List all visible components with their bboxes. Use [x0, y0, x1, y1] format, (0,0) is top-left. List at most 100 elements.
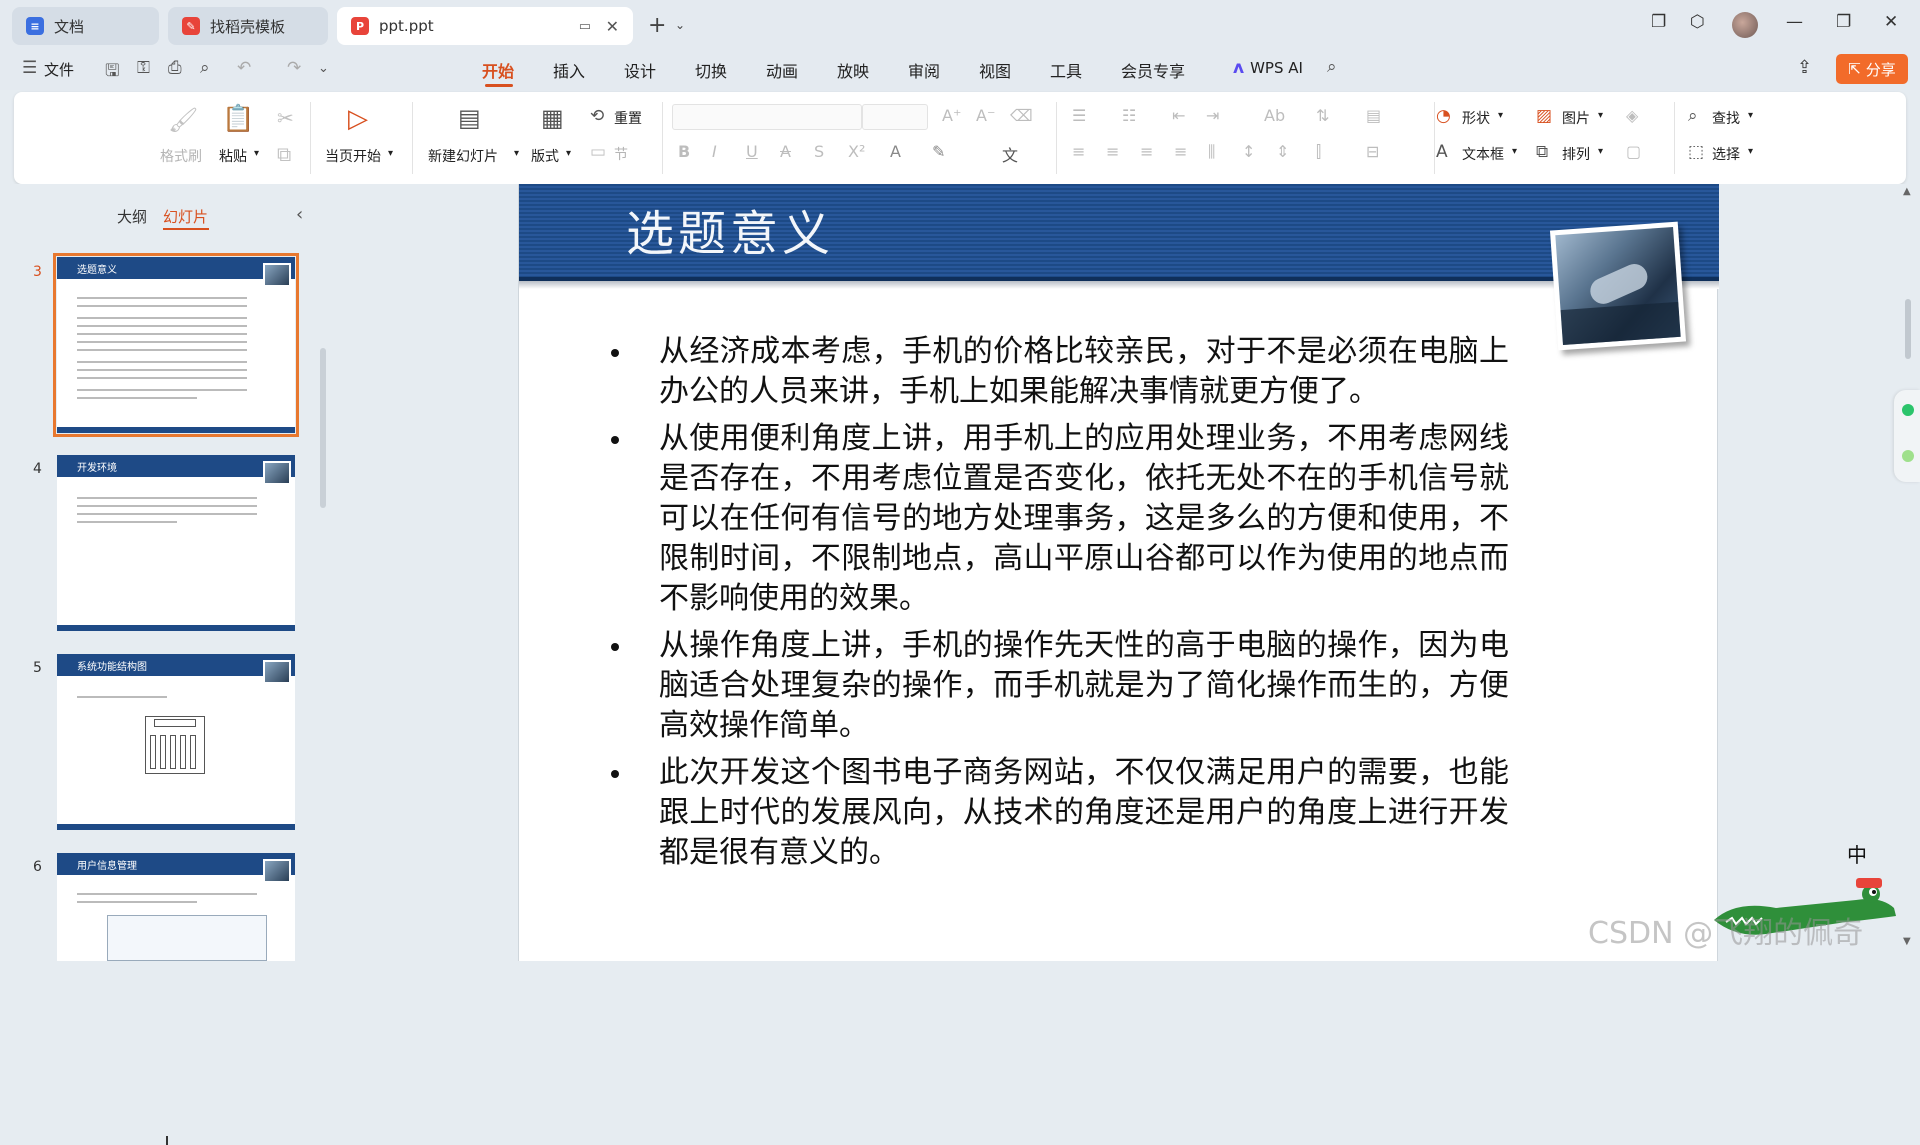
- slide-thumbnail[interactable]: 选题意义: [53, 253, 299, 437]
- menu-member[interactable]: 会员专享: [1121, 58, 1185, 82]
- tab-ppt-file[interactable]: P ppt.ppt ▭ ✕: [337, 7, 633, 45]
- layout-button[interactable]: 版式: [531, 146, 559, 166]
- superscript-icon[interactable]: X²: [848, 142, 865, 161]
- font-size-select[interactable]: [862, 104, 928, 130]
- slide-thumbnail[interactable]: 系统功能结构图: [57, 654, 295, 830]
- chevron-down-icon[interactable]: ▾: [1512, 146, 1517, 157]
- close-tab-icon[interactable]: ✕: [606, 17, 619, 36]
- increase-font-icon[interactable]: A⁺: [942, 106, 961, 125]
- numbered-list-icon[interactable]: ☷: [1122, 106, 1136, 125]
- phonetic-icon[interactable]: 文: [1002, 142, 1018, 166]
- slide-body-textbox[interactable]: 从经济成本考虑，手机的价格比较亲民，对于不是必须在电脑上办公的人员来讲，手机上如…: [609, 332, 1509, 880]
- chevron-down-icon[interactable]: ▾: [388, 148, 393, 159]
- chevron-down-icon[interactable]: ▾: [566, 148, 571, 159]
- handshake-photo[interactable]: [1549, 221, 1687, 351]
- new-tab-button[interactable]: +: [648, 13, 666, 38]
- window-layout-icon[interactable]: ❐: [1651, 12, 1666, 32]
- format-painter-button[interactable]: 格式刷: [160, 146, 202, 166]
- current-slide[interactable]: 选题意义 从经济成本考虑，手机的价格比较亲民，对于不是必须在电脑上办公的人员来讲…: [518, 184, 1719, 961]
- copy-icon[interactable]: ⧉: [277, 142, 291, 166]
- decrease-indent-icon[interactable]: ⇤: [1172, 106, 1185, 125]
- undo-icon[interactable]: ↶: [237, 58, 251, 78]
- tab-docer-templates[interactable]: ✎ 找稻壳模板: [168, 7, 328, 45]
- cube-icon[interactable]: ⬡: [1690, 12, 1705, 32]
- picture-button[interactable]: 图片: [1562, 108, 1590, 128]
- menu-slideshow[interactable]: 放映: [837, 58, 869, 82]
- panel-scrollbar[interactable]: [320, 348, 326, 508]
- tab-slides[interactable]: 幻灯片: [163, 206, 208, 227]
- chevron-down-icon[interactable]: ▾: [1598, 146, 1603, 157]
- highlight-icon[interactable]: ✎: [932, 142, 945, 161]
- increase-indent-icon[interactable]: ⇥: [1206, 106, 1219, 125]
- outline-icon[interactable]: ▢: [1626, 142, 1641, 161]
- print-preview-icon[interactable]: ⌕: [200, 58, 210, 78]
- save-icon[interactable]: 🖫: [105, 58, 119, 87]
- reset-button[interactable]: 重置: [614, 108, 642, 128]
- slide-thumbnail[interactable]: 开发环境: [57, 455, 295, 631]
- ime-indicator[interactable]: 中: [1847, 839, 1867, 868]
- paragraph-spacing-icon[interactable]: ⇕: [1276, 142, 1289, 161]
- side-assistant-widget[interactable]: [1894, 390, 1920, 482]
- strikethrough-icon[interactable]: A: [780, 142, 791, 161]
- distribute-icon[interactable]: ⫼: [1208, 142, 1215, 162]
- file-menu[interactable]: 文件: [44, 59, 74, 80]
- wps-ai-button[interactable]: ʌ WPS AI: [1233, 58, 1303, 78]
- new-slide-button[interactable]: 新建幻灯片: [428, 146, 498, 166]
- menu-transitions[interactable]: 切换: [695, 58, 727, 82]
- restore-icon[interactable]: ❐: [1836, 12, 1851, 32]
- align-left-icon[interactable]: ≡: [1072, 142, 1085, 161]
- menu-tools[interactable]: 工具: [1050, 58, 1082, 82]
- hamburger-menu-icon[interactable]: ☰: [22, 58, 37, 78]
- redo-icon[interactable]: ↷: [287, 58, 301, 78]
- menu-insert[interactable]: 插入: [553, 58, 585, 82]
- text-direction-icon[interactable]: Ab: [1264, 106, 1285, 125]
- scrollbar-thumb[interactable]: [1905, 299, 1911, 359]
- italic-icon[interactable]: I: [712, 142, 717, 161]
- justify-icon[interactable]: ≡: [1174, 142, 1187, 161]
- section-button[interactable]: 节: [614, 144, 628, 164]
- monitor-icon[interactable]: ▭: [579, 19, 591, 34]
- chevron-down-icon[interactable]: ▾: [1498, 110, 1503, 121]
- clear-format-icon[interactable]: ⌫: [1010, 106, 1033, 125]
- vertical-scrollbar[interactable]: ▲ ▼: [1898, 184, 1920, 961]
- chevron-down-icon[interactable]: ⌄: [675, 18, 685, 32]
- menu-review[interactable]: 审阅: [908, 58, 940, 82]
- font-family-select[interactable]: [672, 104, 862, 130]
- close-window-icon[interactable]: ✕: [1884, 12, 1898, 32]
- textbox-button[interactable]: 文本框: [1462, 144, 1504, 164]
- underline-icon[interactable]: U: [746, 142, 758, 161]
- minimize-icon[interactable]: —: [1786, 12, 1803, 32]
- tab-outline[interactable]: 大纲: [117, 206, 147, 227]
- align-center-icon[interactable]: ≡: [1106, 142, 1119, 161]
- collapse-panel-icon[interactable]: ‹: [296, 204, 303, 225]
- line-spacing-icon[interactable]: ↕: [1242, 142, 1255, 161]
- chevron-down-icon[interactable]: ▾: [514, 148, 519, 159]
- sort-icon[interactable]: ⇅: [1316, 106, 1329, 125]
- align-text-icon[interactable]: ⊟: [1366, 142, 1379, 161]
- shadow-icon[interactable]: S: [814, 142, 824, 161]
- bullet-list-icon[interactable]: ☰: [1072, 106, 1086, 125]
- font-color-icon[interactable]: A: [890, 142, 901, 161]
- key-icon[interactable]: ⚿: [137, 58, 150, 78]
- align-right-icon[interactable]: ≡: [1140, 142, 1153, 161]
- menu-view[interactable]: 视图: [979, 58, 1011, 82]
- chevron-down-icon[interactable]: ⌄: [318, 61, 329, 76]
- paste-button[interactable]: 粘贴: [219, 146, 247, 166]
- chevron-down-icon[interactable]: ▾: [1748, 110, 1753, 121]
- chevron-down-icon[interactable]: ▾: [254, 148, 259, 159]
- search-icon[interactable]: ⌕: [1327, 57, 1337, 77]
- tab-docs[interactable]: ≡ 文档: [12, 7, 159, 45]
- decrease-font-icon[interactable]: A⁻: [976, 106, 995, 125]
- play-from-current-button[interactable]: 当页开始: [325, 146, 381, 166]
- chevron-down-icon[interactable]: ▾: [1748, 146, 1753, 157]
- cloud-upload-icon[interactable]: ⇪: [1797, 57, 1812, 78]
- menu-animations[interactable]: 动画: [766, 58, 798, 82]
- menu-design[interactable]: 设计: [624, 58, 656, 82]
- cut-icon[interactable]: ✂: [277, 106, 294, 130]
- chevron-down-icon[interactable]: ▾: [1598, 110, 1603, 121]
- shape-button[interactable]: 形状: [1462, 108, 1490, 128]
- find-button[interactable]: 查找: [1712, 108, 1740, 128]
- print-icon[interactable]: ⎙: [168, 58, 182, 78]
- select-button[interactable]: 选择: [1712, 144, 1740, 164]
- share-button[interactable]: ⇱ 分享: [1836, 54, 1908, 84]
